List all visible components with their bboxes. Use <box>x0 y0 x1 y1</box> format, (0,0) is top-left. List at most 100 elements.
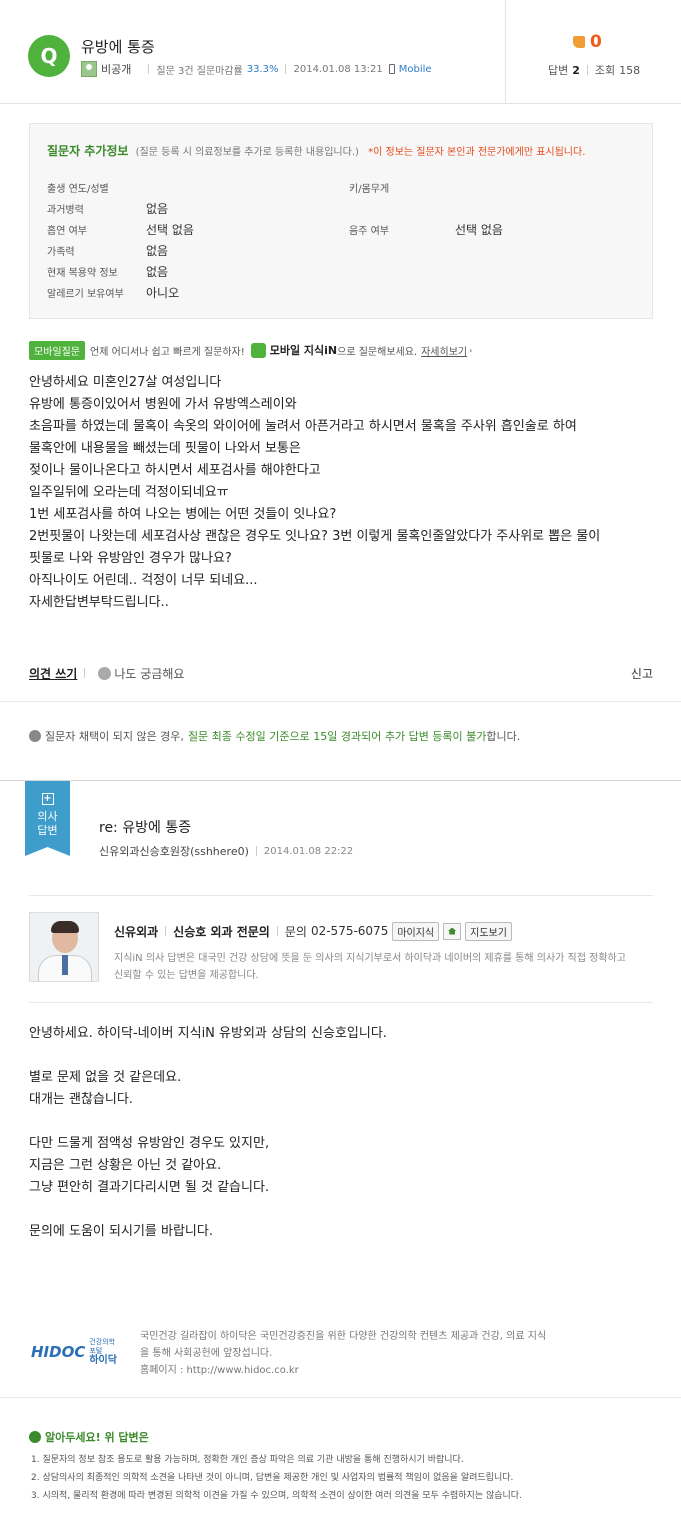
separator <box>84 668 86 678</box>
separator <box>165 926 167 936</box>
mobile-kin-icon <box>250 342 266 358</box>
promo-text: 언제 어디서나 쉽고 빠르게 질문하자! <box>90 346 245 358</box>
question-body: 안녕하세요 미혼인27살 여성입니다 유방에 통증이있어서 병원에 가서 유방엑… <box>29 372 659 614</box>
extra-info-heading: 질문자 추가정보 (질문 등록 시 의료정보를 추가로 등록한 내용입니다.) … <box>47 142 585 159</box>
answers-label: 답변 <box>548 64 569 77</box>
answer-line: 문의에 도움이 되시기를 바랍니다. <box>29 1224 213 1239</box>
mobile-promo: 모바일질문 언제 어디서나 쉽고 빠르게 질문하자! 모바일 지식iN 으로 질… <box>29 340 472 360</box>
answer-line: 그냥 편안히 결과기다리시면 될 것 같습니다. <box>29 1180 270 1195</box>
phone-number: 02-575-6075 <box>310 924 389 938</box>
hidoc-logo-sub-2: 하이닥 <box>89 1355 117 1366</box>
promo-detail-link[interactable]: 자세히보기 <box>421 343 467 358</box>
question-line: 핏물로 나와 유방암인 경우가 많나요? <box>29 551 232 566</box>
question-line: 2번핏물이 나왓는데 세포검사상 괜찮은 경우도 잇나요? 3번 이렇게 물혹인… <box>29 529 601 544</box>
doctor-answer-desc: 지식iN 의사 답변은 대국민 건강 상담에 뜻을 둔 의사의 지식기부로서 하… <box>114 953 626 981</box>
separator <box>276 926 278 936</box>
extra-info-desc: (질문 등록 시 의료정보를 추가로 등록한 내용입니다.) <box>135 147 359 158</box>
answer-line <box>29 1199 659 1221</box>
question-line: 자세한답변부탁드립니다.. <box>29 595 169 610</box>
alert-icon <box>29 1431 41 1443</box>
like-count: 0 <box>590 32 602 52</box>
separator <box>148 64 150 74</box>
info-label-allergy: 알레르기 보유여부 <box>47 289 124 300</box>
me-too-curious-button[interactable]: 나도 궁금해요 <box>114 665 184 682</box>
answer-line: 지금은 그런 상황은 아닌 것 같아요. <box>29 1158 222 1173</box>
note-item: 1. 질문자의 정보 참조 용도로 활용 가능하며, 정확한 개인 증상 파악은… <box>31 1455 464 1465</box>
question-line: 물혹안에 내용물을 빼셨는데 핏물이 나와서 보통은 <box>29 441 301 456</box>
question-line: 안녕하세요 미혼인27살 여성입니다 <box>29 375 222 390</box>
report-link[interactable]: 신고 <box>631 665 653 682</box>
notice-highlight: 질문 최종 수정일 기준으로 15일 경과되어 추가 답변 등록이 불가 <box>187 730 487 743</box>
answer-line: 안녕하세요. 하이닥-네이버 지식iN 유방외과 상담의 신승호입니다. <box>29 1026 387 1041</box>
answer-line: 별로 문제 없을 것 같은데요. <box>29 1070 182 1085</box>
divider <box>29 1002 653 1003</box>
doctor-info-line: 신유외과 신승호 외과 전문의 문의 02-575-6075 마이지식 지도보기 <box>114 921 512 941</box>
answer-line <box>29 1045 659 1067</box>
answer-datetime: 2014.01.08 22:22 <box>263 845 354 857</box>
answer-author[interactable]: 신유외과신승호원장(sshhere0) <box>99 843 249 859</box>
write-opinion-link[interactable]: 의견 쓰기 <box>29 665 77 682</box>
separator <box>586 65 588 75</box>
answer-line: 다만 드물게 점액성 유방암인 경우도 있지만, <box>29 1136 270 1151</box>
notice-suffix: 합니다. <box>486 730 521 743</box>
answers-count: 2 <box>572 63 580 77</box>
info-label-medication: 현재 복용약 정보 <box>47 268 118 279</box>
notes-title-text: 알아두세요! 위 답변은 <box>45 1431 149 1444</box>
extra-info-box: 질문자 추가정보 (질문 등록 시 의료정보를 추가로 등록한 내용입니다.) … <box>29 123 653 319</box>
notice-prefix: 질문자 채택이 되지 않은 경우, <box>45 730 184 743</box>
question-datetime: 2014.01.08 13:21 <box>293 63 383 75</box>
separator <box>285 64 287 74</box>
info-label-history: 과거병력 <box>47 205 84 216</box>
info-label-height-weight: 키/몸무게 <box>349 184 390 195</box>
doctor-hair <box>51 921 79 933</box>
views-label: 조회 <box>594 64 616 77</box>
hidoc-logo-sub: 건강의학포털 하이닥 <box>89 1338 121 1366</box>
info-label-smoking: 흡연 여부 <box>47 226 87 237</box>
note-item: 3. 시의적, 물리적 환경에 따라 변경된 의학적 이견을 가질 수 있으며,… <box>31 1491 522 1501</box>
hidoc-logo-sub-1: 건강의학포털 <box>89 1338 116 1355</box>
info-value-family: 없음 <box>146 244 169 258</box>
hidoc-logo[interactable]: HIDOC 건강의학포털 하이닥 <box>31 1338 121 1366</box>
info-label-birth: 출생 연도/성별 <box>47 184 109 195</box>
author-nickname[interactable]: 비공개 <box>101 61 131 77</box>
notes-title: 알아두세요! 위 답변은 <box>29 1429 149 1445</box>
promo-text-2: 으로 질문해보세요. <box>337 346 418 358</box>
info-label-family: 가족력 <box>47 247 75 258</box>
doctor-photo <box>29 912 99 982</box>
question-line: 1번 세포검사를 하여 나오는 병에는 어떤 것들이 잇나요? <box>29 507 337 522</box>
like-button[interactable]: 0 <box>573 32 602 52</box>
clinic-name[interactable]: 신유외과 <box>114 923 158 940</box>
answer-body: 안녕하세요. 하이닥-네이버 지식iN 유방외과 상담의 신승호입니다. 별로 … <box>29 1023 659 1243</box>
question-line: 초음파를 하였는데 물혹이 속옷의 와이어에 눌려서 아픈거라고 하시면서 물혹… <box>29 419 577 434</box>
question-title: 유방에 통증 <box>81 38 155 56</box>
answer-line: 대개는 괜찮습니다. <box>29 1092 133 1107</box>
answer-view-stats: 답변 2 조회 158 <box>548 62 640 78</box>
divider <box>29 895 653 896</box>
question-line: 아직나이도 어린데.. 걱정이 너무 되네요... <box>29 573 258 588</box>
avatar-icon <box>81 61 97 77</box>
note-item: 2. 상담의사의 최종적인 의학적 소견을 나타낸 것이 아니며, 답변을 제공… <box>31 1473 514 1483</box>
thumbs-up-icon <box>573 36 585 48</box>
separator <box>255 846 257 856</box>
phone-label: 문의 <box>284 924 307 939</box>
info-value-drinking: 선택 없음 <box>455 223 503 237</box>
ribbon-label-bottom: 답변 <box>37 824 58 837</box>
question-badge-icon: Q <box>28 35 70 77</box>
divider <box>0 701 681 702</box>
home-icon[interactable] <box>443 922 462 940</box>
question-meta: 비공개 질문 3건 질문마감률 33.3% 2014.01.08 13:21 M… <box>81 61 432 77</box>
mobile-question-tag: 모바일질문 <box>29 340 85 360</box>
notes-list: 1. 질문자의 정보 참조 용도로 활용 가능하며, 정확한 개인 증상 파악은… <box>31 1451 671 1505</box>
info-value-medication: 없음 <box>146 265 169 279</box>
answer-title: re: 유방에 통증 <box>99 820 192 836</box>
info-label-drinking: 음주 여부 <box>349 226 389 237</box>
hidoc-logo-text: HIDOC <box>31 1343 86 1361</box>
map-button[interactable]: 지도보기 <box>465 921 512 941</box>
hidoc-homepage[interactable]: 홈페이지 : http://www.hidoc.co.kr <box>140 1362 550 1379</box>
my-knowledge-button[interactable]: 마이지식 <box>392 921 440 941</box>
hidoc-description: 국민건강 길라잡이 하이닥은 국민건강증진을 위한 다양한 건강의학 컨텐츠 제… <box>140 1328 550 1379</box>
doctor-name: 신승호 외과 전문의 <box>173 924 270 939</box>
question-stats-text: 질문 3건 질문마감률 <box>156 65 243 77</box>
stats-panel <box>505 0 681 104</box>
extra-info-title: 질문자 추가정보 <box>47 144 129 158</box>
